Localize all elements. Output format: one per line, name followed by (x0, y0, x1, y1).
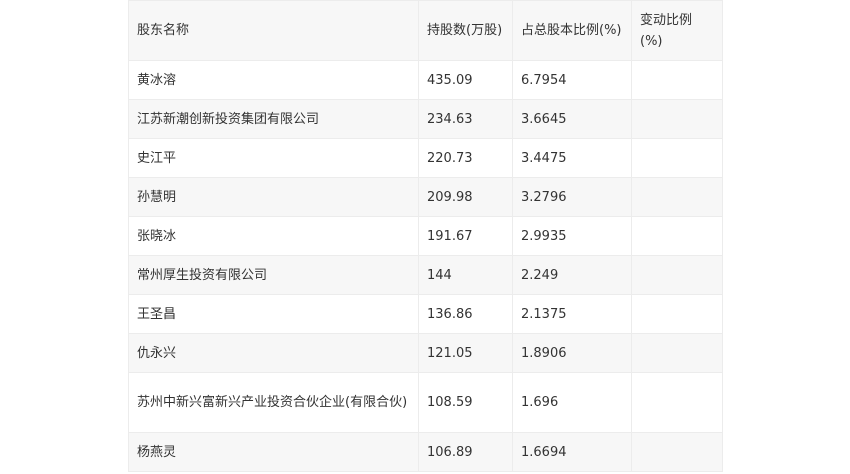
table-header-row: 股东名称 持股数(万股) 占总股本比例(%) 变动比例(%) (128, 0, 723, 61)
header-share-ratio: 占总股本比例(%) (512, 0, 632, 61)
cell-shares-held: 209.98 (418, 177, 513, 217)
table-row: 张晓冰 191.67 2.9935 (128, 216, 723, 256)
cell-shares-held: 234.63 (418, 99, 513, 139)
cell-shareholder-name: 王圣昌 (128, 294, 419, 334)
cell-change-ratio (631, 60, 723, 100)
cell-change-ratio (631, 216, 723, 256)
cell-change-ratio (631, 99, 723, 139)
header-shares-held: 持股数(万股) (418, 0, 513, 61)
cell-shareholder-name: 仇永兴 (128, 333, 419, 373)
cell-shareholder-name: 史江平 (128, 138, 419, 178)
table-row: 苏州中新兴富新兴产业投资合伙企业(有限合伙) 108.59 1.696 (128, 372, 723, 433)
cell-shares-held: 108.59 (418, 372, 513, 433)
shareholder-table: 股东名称 持股数(万股) 占总股本比例(%) 变动比例(%) 黄冰溶 435.0… (128, 0, 723, 472)
cell-change-ratio (631, 294, 723, 334)
cell-shares-held: 136.86 (418, 294, 513, 334)
header-shareholder-name: 股东名称 (128, 0, 419, 61)
table-row: 黄冰溶 435.09 6.7954 (128, 60, 723, 100)
cell-shares-held: 191.67 (418, 216, 513, 256)
cell-share-ratio: 6.7954 (512, 60, 632, 100)
cell-shareholder-name: 常州厚生投资有限公司 (128, 255, 419, 295)
cell-shareholder-name: 苏州中新兴富新兴产业投资合伙企业(有限合伙) (128, 372, 419, 433)
cell-change-ratio (631, 138, 723, 178)
cell-share-ratio: 2.1375 (512, 294, 632, 334)
cell-change-ratio (631, 255, 723, 295)
cell-shares-held: 106.89 (418, 432, 513, 472)
cell-share-ratio: 1.8906 (512, 333, 632, 373)
cell-share-ratio: 3.6645 (512, 99, 632, 139)
cell-shares-held: 435.09 (418, 60, 513, 100)
header-change-ratio: 变动比例(%) (631, 0, 723, 61)
cell-change-ratio (631, 177, 723, 217)
table-row: 王圣昌 136.86 2.1375 (128, 294, 723, 334)
shareholder-table-container: 股东名称 持股数(万股) 占总股本比例(%) 变动比例(%) 黄冰溶 435.0… (128, 0, 723, 472)
cell-change-ratio (631, 333, 723, 373)
cell-share-ratio: 3.4475 (512, 138, 632, 178)
cell-shareholder-name: 孙慧明 (128, 177, 419, 217)
cell-share-ratio: 2.249 (512, 255, 632, 295)
cell-shareholder-name: 张晓冰 (128, 216, 419, 256)
table-row: 常州厚生投资有限公司 144 2.249 (128, 255, 723, 295)
cell-shares-held: 121.05 (418, 333, 513, 373)
cell-share-ratio: 3.2796 (512, 177, 632, 217)
table-row: 史江平 220.73 3.4475 (128, 138, 723, 178)
table-row: 仇永兴 121.05 1.8906 (128, 333, 723, 373)
cell-shares-held: 220.73 (418, 138, 513, 178)
cell-shareholder-name: 杨燕灵 (128, 432, 419, 472)
cell-change-ratio (631, 372, 723, 433)
cell-share-ratio: 1.6694 (512, 432, 632, 472)
cell-change-ratio (631, 432, 723, 472)
cell-share-ratio: 2.9935 (512, 216, 632, 256)
cell-share-ratio: 1.696 (512, 372, 632, 433)
cell-shares-held: 144 (418, 255, 513, 295)
table-row: 孙慧明 209.98 3.2796 (128, 177, 723, 217)
cell-shareholder-name: 黄冰溶 (128, 60, 419, 100)
cell-shareholder-name: 江苏新潮创新投资集团有限公司 (128, 99, 419, 139)
table-row: 江苏新潮创新投资集团有限公司 234.63 3.6645 (128, 99, 723, 139)
table-row: 杨燕灵 106.89 1.6694 (128, 432, 723, 472)
